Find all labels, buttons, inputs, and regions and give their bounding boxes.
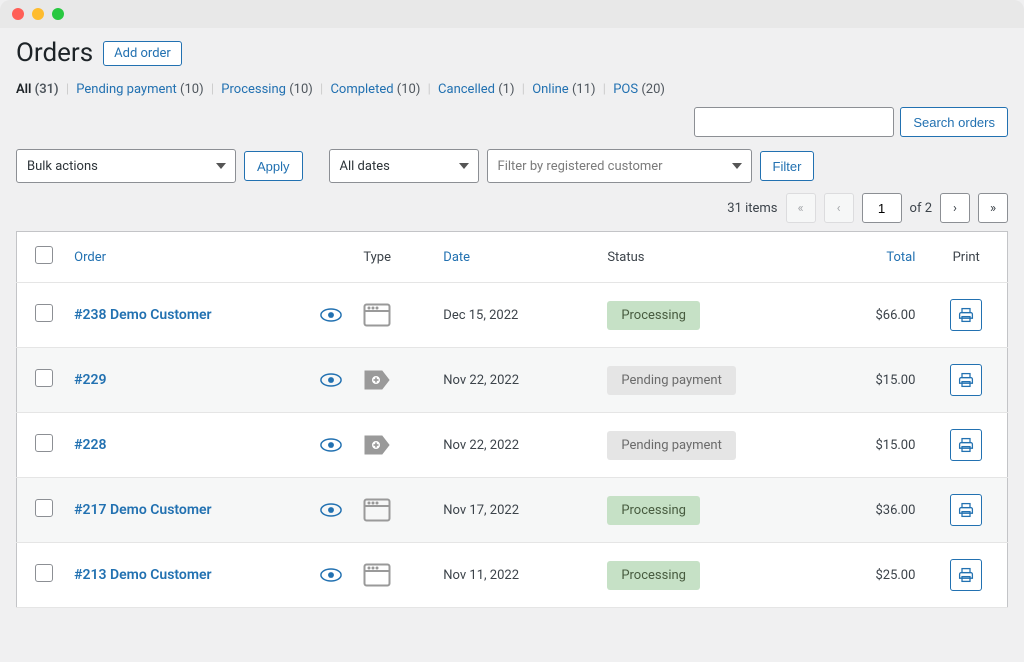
- order-link[interactable]: #228: [74, 437, 106, 453]
- filter-pos[interactable]: POS (20): [613, 82, 665, 97]
- page-next-button[interactable]: ›: [940, 193, 970, 223]
- add-order-button[interactable]: Add order: [103, 41, 182, 66]
- column-total[interactable]: Total: [802, 232, 925, 283]
- items-count: 31 items: [727, 201, 777, 216]
- filter-online[interactable]: Online (11): [532, 82, 595, 97]
- filter-cancelled[interactable]: Cancelled (1): [438, 82, 515, 97]
- page-last-button[interactable]: »: [978, 193, 1008, 223]
- order-total: $66.00: [802, 283, 925, 348]
- row-checkbox[interactable]: [35, 434, 53, 452]
- orders-table: Order Type Date Status Total Print #238 …: [16, 231, 1008, 608]
- filter-pending[interactable]: Pending payment (10): [76, 82, 203, 97]
- window-maximize-icon[interactable]: [52, 8, 64, 20]
- order-link[interactable]: #238 Demo Customer: [74, 307, 211, 323]
- order-total: $25.00: [802, 543, 925, 608]
- row-checkbox[interactable]: [35, 304, 53, 322]
- browser-icon: [363, 498, 423, 522]
- dates-select[interactable]: All dates: [329, 149, 479, 183]
- eye-icon[interactable]: [320, 438, 343, 452]
- page-prev-button[interactable]: ‹: [824, 193, 854, 223]
- table-row: #238 Demo Customer Dec 15, 2022 Processi…: [17, 283, 1008, 348]
- filter-button[interactable]: Filter: [760, 151, 815, 181]
- status-filter-links: All (31) | Pending payment (10) | Proces…: [16, 82, 1008, 97]
- row-checkbox[interactable]: [35, 369, 53, 387]
- filter-all[interactable]: All (31): [16, 82, 59, 97]
- eye-icon[interactable]: [320, 373, 343, 387]
- column-order[interactable]: Order: [64, 232, 310, 283]
- window-minimize-icon[interactable]: [32, 8, 44, 20]
- window-titlebar: [0, 0, 1024, 28]
- order-date: Nov 22, 2022: [433, 413, 597, 478]
- order-date: Nov 11, 2022: [433, 543, 597, 608]
- status-badge: Pending payment: [607, 366, 736, 395]
- page-first-button[interactable]: «: [786, 193, 816, 223]
- column-print: Print: [925, 232, 1007, 283]
- page-title: Orders: [16, 38, 93, 68]
- window-close-icon[interactable]: [12, 8, 24, 20]
- browser-icon: [363, 563, 423, 587]
- bulk-actions-select[interactable]: Bulk actions: [16, 149, 236, 183]
- order-link[interactable]: #213 Demo Customer: [74, 567, 211, 583]
- column-status: Status: [597, 232, 802, 283]
- eye-icon[interactable]: [320, 503, 343, 517]
- table-row: #228 Nov 22, 2022 Pending payment $15.00: [17, 413, 1008, 478]
- column-date[interactable]: Date: [433, 232, 597, 283]
- status-badge: Pending payment: [607, 431, 736, 460]
- order-date: Nov 17, 2022: [433, 478, 597, 543]
- row-checkbox[interactable]: [35, 564, 53, 582]
- table-row: #229 Nov 22, 2022 Pending payment $15.00: [17, 348, 1008, 413]
- order-link[interactable]: #229: [74, 372, 106, 388]
- print-button[interactable]: [950, 364, 982, 396]
- eye-icon[interactable]: [320, 308, 343, 322]
- pos-tag-icon: [363, 368, 423, 392]
- column-type: Type: [353, 232, 433, 283]
- browser-icon: [363, 303, 423, 327]
- print-button[interactable]: [950, 299, 982, 331]
- table-row: #213 Demo Customer Nov 11, 2022 Processi…: [17, 543, 1008, 608]
- select-all-checkbox[interactable]: [35, 246, 53, 264]
- order-date: Nov 22, 2022: [433, 348, 597, 413]
- order-link[interactable]: #217 Demo Customer: [74, 502, 211, 518]
- print-button[interactable]: [950, 559, 982, 591]
- order-total: $15.00: [802, 348, 925, 413]
- page-of-text: of 2: [910, 201, 932, 216]
- order-total: $15.00: [802, 413, 925, 478]
- pos-tag-icon: [363, 433, 423, 457]
- filter-processing[interactable]: Processing (10): [221, 82, 312, 97]
- eye-icon[interactable]: [320, 568, 343, 582]
- customer-filter-select[interactable]: Filter by registered customer: [487, 149, 752, 183]
- apply-button[interactable]: Apply: [244, 151, 303, 181]
- order-total: $36.00: [802, 478, 925, 543]
- search-input[interactable]: [694, 107, 894, 137]
- status-badge: Processing: [607, 496, 700, 525]
- search-orders-button[interactable]: Search orders: [900, 107, 1008, 137]
- page-number-input[interactable]: [862, 193, 902, 223]
- print-button[interactable]: [950, 429, 982, 461]
- table-row: #217 Demo Customer Nov 17, 2022 Processi…: [17, 478, 1008, 543]
- row-checkbox[interactable]: [35, 499, 53, 517]
- status-badge: Processing: [607, 561, 700, 590]
- order-date: Dec 15, 2022: [433, 283, 597, 348]
- filter-completed[interactable]: Completed (10): [330, 82, 420, 97]
- print-button[interactable]: [950, 494, 982, 526]
- status-badge: Processing: [607, 301, 700, 330]
